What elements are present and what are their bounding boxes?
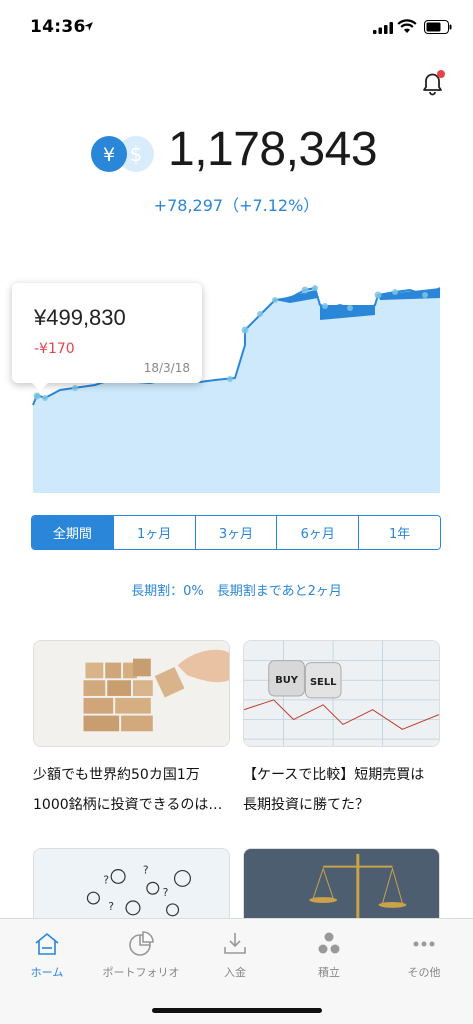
tab-savings[interactable]: 積立 — [282, 929, 376, 980]
tab-home[interactable]: ホーム — [0, 929, 94, 980]
article-title-1-line2: 1000銘柄に投資できるのは… — [33, 797, 223, 813]
article-title-2-line2: 長期投資に勝てた？ — [243, 797, 369, 813]
article-title-1-line1: 少額でも世界約50カ国1万 — [33, 767, 200, 783]
tooltip-value: ¥499,830 — [34, 305, 126, 330]
period-tabs: 全期間 1ヶ月 3ヶ月 6ヶ月 1年 — [31, 515, 441, 550]
tab-3-months[interactable]: 3ヶ月 — [195, 516, 278, 549]
home-indicator — [152, 1008, 322, 1013]
savings-icon — [318, 932, 340, 954]
tab-all-period[interactable]: 全期間 — [32, 516, 114, 549]
long-term-discount-note[interactable]: 長期割：0% 長期割まであと2ヶ月 — [0, 580, 473, 599]
tab-more-label: その他 — [407, 966, 441, 979]
battery-icon — [424, 20, 452, 34]
status-bar: 14:36 — [0, 0, 473, 50]
notification-bell-icon[interactable] — [418, 68, 448, 98]
buy-sell-dice-image: BUY SELL — [244, 641, 439, 746]
portfolio-icon — [129, 931, 154, 956]
tab-savings-label: 積立 — [318, 966, 340, 979]
dice-buy-text: BUY — [275, 675, 299, 686]
article-title-2[interactable]: 【ケースで比較】短期売買は 長期投資に勝てた？ — [243, 760, 453, 820]
home-icon — [35, 932, 59, 955]
balance-change: +78,297（+7.12%） — [153, 196, 320, 215]
article-card-1[interactable] — [33, 640, 230, 747]
chart-tooltip: ¥499,830 -¥170 18/3/18 — [12, 283, 202, 391]
tab-6-months[interactable]: 6ヶ月 — [277, 516, 360, 549]
tab-1-month[interactable]: 1ヶ月 — [113, 516, 196, 549]
tab-deposit-label: 入金 — [224, 966, 246, 979]
article-title-1[interactable]: 少額でも世界約50カ国1万 1000銘柄に投資できるのは… — [33, 760, 238, 820]
deposit-icon — [224, 933, 246, 954]
tooltip-date: 18/3/18 — [143, 361, 190, 375]
status-time: 14:36 — [30, 17, 86, 37]
tab-portfolio[interactable]: ポートフォリオ — [94, 929, 188, 980]
tab-more[interactable]: その他 — [377, 929, 471, 980]
balance-amount: 1,178,343 — [168, 123, 378, 176]
more-icon — [413, 941, 435, 947]
svg-text:$: $ — [130, 142, 143, 166]
tooltip-change: -¥170 — [34, 341, 75, 357]
location-arrow-icon — [84, 22, 93, 31]
article-title-2-line1: 【ケースで比較】短期売買は — [243, 767, 425, 783]
svg-text:?: ? — [103, 873, 109, 886]
svg-text:?: ? — [143, 864, 149, 877]
signal-icon — [373, 22, 393, 34]
currency-icons: $ ¥ — [91, 136, 154, 172]
article-card-2[interactable]: BUY SELL — [243, 640, 440, 747]
svg-text:?: ? — [108, 900, 114, 913]
tab-1-year[interactable]: 1年 — [359, 516, 440, 549]
tab-portfolio-label: ポートフォリオ — [102, 966, 180, 979]
wifi-icon — [397, 19, 417, 33]
svg-text:?: ? — [163, 886, 169, 899]
tab-home-label: ホーム — [30, 966, 64, 979]
dice-sell-text: SELL — [310, 677, 336, 688]
tab-deposit[interactable]: 入金 — [188, 929, 282, 980]
wooden-blocks-image — [34, 641, 229, 746]
svg-text:¥: ¥ — [103, 144, 115, 166]
